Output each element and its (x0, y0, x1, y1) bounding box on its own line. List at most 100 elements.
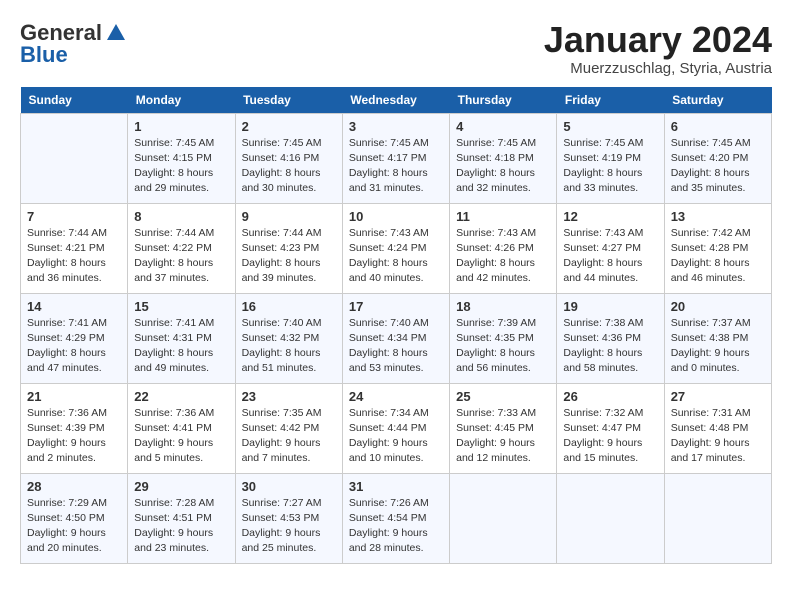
calendar-cell: 3Sunrise: 7:45 AMSunset: 4:17 PMDaylight… (342, 113, 449, 203)
day-info: Sunrise: 7:34 AMSunset: 4:44 PMDaylight:… (349, 406, 443, 467)
column-header-monday: Monday (128, 87, 235, 114)
day-info: Sunrise: 7:28 AMSunset: 4:51 PMDaylight:… (134, 496, 228, 557)
day-info: Sunrise: 7:44 AMSunset: 4:21 PMDaylight:… (27, 226, 121, 287)
daylight-text: Daylight: 9 hours and 20 minutes. (27, 526, 121, 556)
day-number: 4 (456, 119, 550, 134)
daylight-text: Daylight: 8 hours and 53 minutes. (349, 346, 443, 376)
sunrise-text: Sunrise: 7:40 AM (242, 316, 336, 331)
day-number: 10 (349, 209, 443, 224)
calendar-cell: 28Sunrise: 7:29 AMSunset: 4:50 PMDayligh… (21, 473, 128, 563)
sunrise-text: Sunrise: 7:28 AM (134, 496, 228, 511)
sunrise-text: Sunrise: 7:41 AM (134, 316, 228, 331)
calendar-cell: 30Sunrise: 7:27 AMSunset: 4:53 PMDayligh… (235, 473, 342, 563)
calendar-cell: 2Sunrise: 7:45 AMSunset: 4:16 PMDaylight… (235, 113, 342, 203)
day-number: 16 (242, 299, 336, 314)
daylight-text: Daylight: 8 hours and 36 minutes. (27, 256, 121, 286)
calendar-cell (450, 473, 557, 563)
sunset-text: Sunset: 4:36 PM (563, 331, 657, 346)
calendar-header-row: SundayMondayTuesdayWednesdayThursdayFrid… (21, 87, 772, 114)
daylight-text: Daylight: 8 hours and 46 minutes. (671, 256, 765, 286)
calendar-cell: 15Sunrise: 7:41 AMSunset: 4:31 PMDayligh… (128, 293, 235, 383)
sunrise-text: Sunrise: 7:41 AM (27, 316, 121, 331)
sunrise-text: Sunrise: 7:31 AM (671, 406, 765, 421)
day-info: Sunrise: 7:38 AMSunset: 4:36 PMDaylight:… (563, 316, 657, 377)
day-number: 21 (27, 389, 121, 404)
daylight-text: Daylight: 9 hours and 23 minutes. (134, 526, 228, 556)
calendar-cell: 19 Sunrise: 7:38 AMSunset: 4:36 PMDayligh… (557, 293, 664, 383)
calendar-table: SundayMondayTuesdayWednesdayThursdayFrid… (20, 87, 772, 564)
daylight-text: Daylight: 9 hours and 7 minutes. (242, 436, 336, 466)
sunrise-text: Sunrise: 7:44 AM (134, 226, 228, 241)
day-number: 28 (27, 479, 121, 494)
week-row-2: 7 Sunrise: 7:44 AMSunset: 4:21 PMDaylight… (21, 203, 772, 293)
day-number: 24 (349, 389, 443, 404)
sunset-text: Sunset: 4:35 PM (456, 331, 550, 346)
day-info: Sunrise: 7:45 AMSunset: 4:17 PMDaylight:… (349, 136, 443, 197)
logo-blue-text: Blue (20, 42, 68, 68)
day-number: 20 (671, 299, 765, 314)
sunset-text: Sunset: 4:45 PM (456, 421, 550, 436)
daylight-text: Daylight: 9 hours and 12 minutes. (456, 436, 550, 466)
page-header: General Blue January 2024 Muerzzuschlag,… (20, 20, 772, 77)
day-info: Sunrise: 7:40 AMSunset: 4:34 PMDaylight:… (349, 316, 443, 377)
calendar-cell: 17Sunrise: 7:40 AMSunset: 4:34 PMDayligh… (342, 293, 449, 383)
day-number: 11 (456, 209, 550, 224)
sunrise-text: Sunrise: 7:43 AM (563, 226, 657, 241)
calendar-cell: 26Sunrise: 7:32 AMSunset: 4:47 PMDayligh… (557, 383, 664, 473)
week-row-3: 14Sunrise: 7:41 AMSunset: 4:29 PMDayligh… (21, 293, 772, 383)
daylight-text: Daylight: 9 hours and 5 minutes. (134, 436, 228, 466)
sunset-text: Sunset: 4:17 PM (349, 151, 443, 166)
location-text: Muerzzuschlag, Styria, Austria (544, 60, 772, 77)
sunrise-text: Sunrise: 7:45 AM (134, 136, 228, 151)
daylight-text: Daylight: 8 hours and 51 minutes. (242, 346, 336, 376)
calendar-cell (21, 113, 128, 203)
calendar-cell: 14Sunrise: 7:41 AMSunset: 4:29 PMDayligh… (21, 293, 128, 383)
day-number: 1 (134, 119, 228, 134)
calendar-cell: 21 Sunrise: 7:36 AMSunset: 4:39 PMDayligh… (21, 383, 128, 473)
day-number: 22 (134, 389, 228, 404)
daylight-text: Daylight: 8 hours and 42 minutes. (456, 256, 550, 286)
day-number: 23 (242, 389, 336, 404)
day-number: 27 (671, 389, 765, 404)
day-info: Sunrise: 7:37 AMSunset: 4:38 PMDaylight:… (671, 316, 765, 377)
day-number: 19 (563, 299, 657, 314)
daylight-text: Daylight: 8 hours and 44 minutes. (563, 256, 657, 286)
calendar-cell: 23Sunrise: 7:35 AMSunset: 4:42 PMDayligh… (235, 383, 342, 473)
sunset-text: Sunset: 4:44 PM (349, 421, 443, 436)
day-info: Sunrise: 7:41 AMSunset: 4:31 PMDaylight:… (134, 316, 228, 377)
calendar-cell: 10Sunrise: 7:43 AMSunset: 4:24 PMDayligh… (342, 203, 449, 293)
sunset-text: Sunset: 4:15 PM (134, 151, 228, 166)
day-info: Sunrise: 7:45 AMSunset: 4:18 PMDaylight:… (456, 136, 550, 197)
day-number: 7 (27, 209, 121, 224)
day-info: Sunrise: 7:36 AMSunset: 4:39 PMDaylight:… (27, 406, 121, 467)
calendar-cell: 27Sunrise: 7:31 AMSunset: 4:48 PMDayligh… (664, 383, 771, 473)
daylight-text: Daylight: 8 hours and 31 minutes. (349, 166, 443, 196)
day-number: 18 (456, 299, 550, 314)
sunset-text: Sunset: 4:16 PM (242, 151, 336, 166)
daylight-text: Daylight: 8 hours and 30 minutes. (242, 166, 336, 196)
sunrise-text: Sunrise: 7:42 AM (671, 226, 765, 241)
calendar-cell: 25Sunrise: 7:33 AMSunset: 4:45 PMDayligh… (450, 383, 557, 473)
calendar-cell: 29Sunrise: 7:28 AMSunset: 4:51 PMDayligh… (128, 473, 235, 563)
daylight-text: Daylight: 8 hours and 47 minutes. (27, 346, 121, 376)
day-info: Sunrise: 7:32 AMSunset: 4:47 PMDaylight:… (563, 406, 657, 467)
daylight-text: Daylight: 8 hours and 58 minutes. (563, 346, 657, 376)
calendar-cell: 1Sunrise: 7:45 AMSunset: 4:15 PMDaylight… (128, 113, 235, 203)
sunrise-text: Sunrise: 7:36 AM (134, 406, 228, 421)
sunset-text: Sunset: 4:50 PM (27, 511, 121, 526)
month-title: January 2024 (544, 20, 772, 60)
daylight-text: Daylight: 9 hours and 0 minutes. (671, 346, 765, 376)
sunset-text: Sunset: 4:24 PM (349, 241, 443, 256)
day-number: 6 (671, 119, 765, 134)
sunset-text: Sunset: 4:27 PM (563, 241, 657, 256)
week-row-5: 28Sunrise: 7:29 AMSunset: 4:50 PMDayligh… (21, 473, 772, 563)
calendar-cell: 4 Sunrise: 7:45 AMSunset: 4:18 PMDaylight… (450, 113, 557, 203)
column-header-wednesday: Wednesday (342, 87, 449, 114)
day-info: Sunrise: 7:45 AMSunset: 4:20 PMDaylight:… (671, 136, 765, 197)
sunset-text: Sunset: 4:53 PM (242, 511, 336, 526)
daylight-text: Daylight: 9 hours and 17 minutes. (671, 436, 765, 466)
daylight-text: Daylight: 8 hours and 39 minutes. (242, 256, 336, 286)
day-info: Sunrise: 7:45 AMSunset: 4:19 PMDaylight:… (563, 136, 657, 197)
daylight-text: Daylight: 9 hours and 25 minutes. (242, 526, 336, 556)
calendar-cell: 6 Sunrise: 7:45 AMSunset: 4:20 PMDaylight… (664, 113, 771, 203)
